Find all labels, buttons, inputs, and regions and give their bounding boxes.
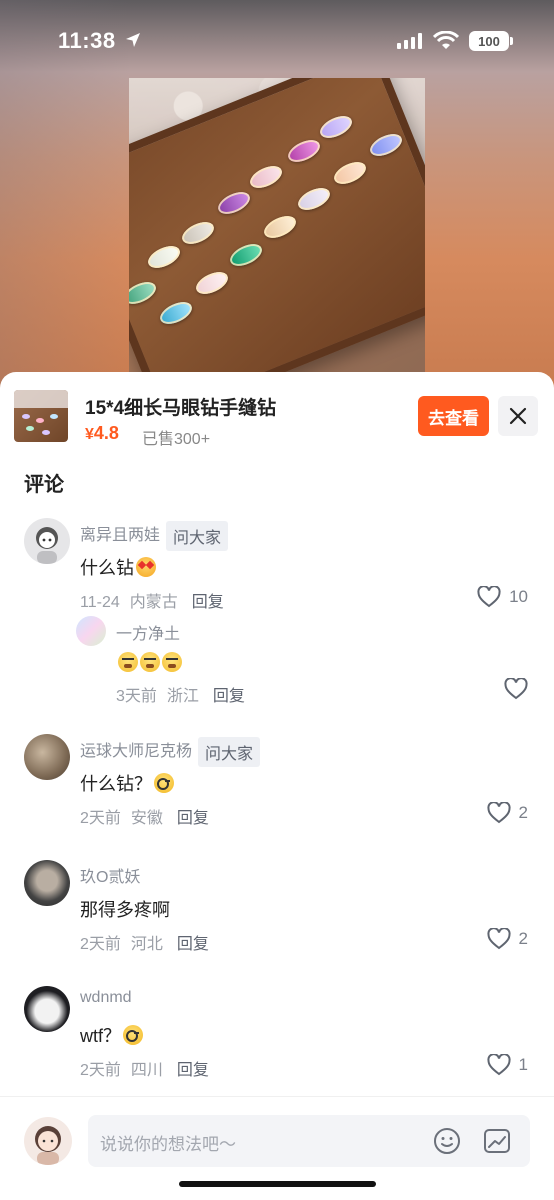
comment-meta: 2天前 安徽 回复 [80, 804, 209, 828]
battery-cap [510, 37, 513, 45]
sub-reply-text [116, 652, 182, 674]
grimacing-emoji-icon [140, 652, 160, 672]
comment-item: wdnmd wtf？ 2天前 四川 回复 1 [0, 986, 554, 1096]
username-text: 离异且两娃 [80, 527, 161, 545]
like-button[interactable]: 2 [487, 802, 528, 824]
comment-location: 四川 [130, 1062, 163, 1079]
sub-reply-meta: 3天前 浙江 回复 [116, 682, 245, 706]
avatar-girl-icon [35, 1126, 61, 1165]
comment-text: 那得多疼啊 [80, 900, 170, 920]
comment-meta: 11-24 内蒙古 回复 [80, 588, 224, 612]
monocle-emoji-icon [123, 1025, 144, 1045]
comment-location: 安徽 [130, 810, 163, 827]
monocle-emoji-icon [154, 773, 174, 793]
comment-date: 11-24 [80, 594, 120, 611]
heart-icon [487, 1054, 511, 1076]
location-arrow-icon [126, 33, 140, 47]
comment-text: 什么钻？ [80, 770, 174, 796]
heart-icon [504, 677, 528, 700]
comment-meta: 2天前 四川 回复 [80, 1056, 209, 1080]
like-button[interactable]: 2 [487, 928, 528, 950]
sub-reply: 一方净土 3天前 浙江 回复 [0, 614, 554, 706]
product-thumbnail[interactable] [14, 390, 68, 442]
avatar-figure-icon [36, 527, 58, 564]
heart-icon [487, 928, 511, 950]
product-title[interactable]: 15*4细长马眼钻手缝钻 [85, 393, 276, 420]
reply-button[interactable]: 回复 [177, 936, 209, 953]
avatar[interactable] [24, 518, 70, 564]
currency-symbol: ¥ [85, 426, 94, 443]
comment-text: 什么钻 [80, 554, 156, 580]
product-photo[interactable] [129, 78, 425, 374]
emoji-icon[interactable] [432, 1126, 462, 1156]
my-avatar[interactable] [24, 1117, 72, 1165]
grimacing-emoji-icon [118, 652, 138, 672]
comment-username[interactable]: 离异且两娃 问大家 [80, 521, 229, 551]
like-count: 2 [518, 803, 528, 822]
avatar[interactable] [24, 734, 70, 780]
comment-item: 运球大师尼克杨 问大家 什么钻？ 2天前 安徽 回复 2 [0, 734, 554, 844]
product-price: ¥4.8 [85, 423, 119, 444]
comments-sheet: 15*4细长马眼钻手缝钻 ¥4.8 已售300+ 去查看 评论 离异且两娃 问大家… [0, 372, 554, 1200]
view-product-button[interactable]: 去查看 [418, 396, 489, 436]
comment-meta: 2天前 河北 回复 [80, 930, 209, 954]
battery-indicator: 100 [469, 31, 509, 51]
status-bar: 11:38 100 [0, 0, 554, 80]
username-text: 玖O贰妖 [80, 869, 141, 886]
sub-reply-like-button[interactable] [504, 677, 528, 705]
avatar[interactable] [24, 986, 70, 1032]
sub-reply-reply-button[interactable]: 回复 [213, 688, 245, 705]
image-upload-icon[interactable] [482, 1126, 512, 1156]
avatar[interactable] [24, 860, 70, 906]
heart-icon [477, 586, 501, 608]
comment-username[interactable]: 运球大师尼克杨 问大家 [80, 737, 261, 767]
comment-date: 2天前 [80, 1062, 121, 1079]
sub-reply-username[interactable]: 一方净土 [116, 620, 180, 644]
like-count: 2 [518, 929, 528, 948]
close-icon [509, 407, 527, 425]
sub-reply-location: 浙江 [166, 688, 199, 705]
comment-date: 2天前 [80, 936, 121, 953]
comment-date: 2天前 [80, 810, 121, 827]
comment-item: 玖O贰妖 那得多疼啊 2天前 河北 回复 2 [0, 860, 554, 970]
status-time: 11:38 [58, 28, 116, 53]
like-count: 1 [518, 1055, 528, 1074]
comment-body: 什么钻 [80, 558, 134, 578]
username-text: wdnmd [80, 989, 132, 1006]
sub-reply-date: 3天前 [116, 688, 157, 705]
wifi-icon [433, 31, 459, 49]
grimacing-emoji-icon [162, 652, 182, 672]
reply-button[interactable]: 回复 [177, 810, 209, 827]
cellular-signal-icon [397, 33, 422, 49]
like-button[interactable]: 10 [477, 586, 528, 608]
comment-body: 什么钻？ [80, 774, 152, 794]
comment-input-placeholder: 说说你的想法吧～ [100, 1135, 236, 1154]
close-button[interactable] [498, 396, 538, 436]
comment-item: 离异且两娃 问大家 什么钻 11-24 内蒙古 回复 10 一方净土 3天前 浙江 回复 [0, 518, 554, 718]
reply-button[interactable]: 回复 [192, 594, 224, 611]
comment-body: wtf？ [80, 1026, 122, 1046]
home-indicator [179, 1181, 376, 1187]
comments-heading: 评论 [24, 474, 64, 496]
sub-reply-avatar[interactable] [76, 616, 106, 646]
heart-icon [487, 802, 511, 824]
comment-username[interactable]: wdnmd [80, 989, 132, 1007]
username-text: 运球大师尼克杨 [80, 743, 193, 761]
price-value: 4.8 [93, 423, 119, 443]
star-struck-emoji-icon [136, 557, 156, 577]
comment-input[interactable]: 说说你的想法吧～ [88, 1115, 530, 1167]
like-count: 10 [509, 587, 528, 606]
ask-everyone-tag[interactable]: 问大家 [198, 737, 261, 767]
reply-button[interactable]: 回复 [177, 1062, 209, 1079]
comment-location: 河北 [130, 936, 163, 953]
comment-location: 内蒙古 [129, 594, 178, 611]
comment-text: wtf？ [80, 1022, 144, 1048]
sold-count: 已售300+ [142, 431, 211, 448]
like-button[interactable]: 1 [487, 1054, 528, 1076]
comment-username[interactable]: 玖O贰妖 [80, 863, 140, 887]
ask-everyone-tag[interactable]: 问大家 [166, 521, 229, 551]
